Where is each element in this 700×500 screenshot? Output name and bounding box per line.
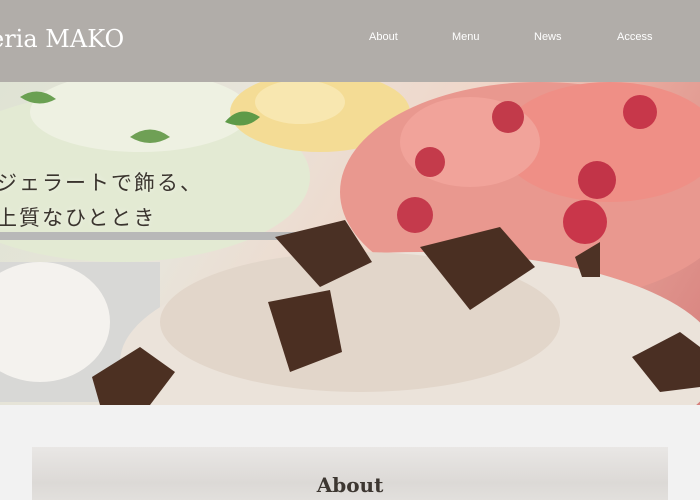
hero-tagline: ジェラートで飾る、 上質なひととき xyxy=(0,166,203,236)
nav-link-access[interactable]: Access xyxy=(617,28,652,46)
hero-tagline-line-2: 上質なひととき xyxy=(0,206,157,230)
about-section: About xyxy=(32,447,668,500)
hero-banner: ジェラートで飾る、 上質なひととき xyxy=(0,82,700,405)
main-nav: About Menu News Access xyxy=(0,28,700,48)
nav-link-news[interactable]: News xyxy=(534,28,562,46)
nav-link-about[interactable]: About xyxy=(369,28,398,46)
hero-gelato-image xyxy=(0,82,700,405)
nav-link-menu[interactable]: Menu xyxy=(452,28,480,46)
about-heading: About xyxy=(316,473,384,497)
hero-tagline-line-1: ジェラートで飾る、 xyxy=(0,171,203,195)
site-header: eria MAKO About Menu News Access xyxy=(0,0,700,82)
